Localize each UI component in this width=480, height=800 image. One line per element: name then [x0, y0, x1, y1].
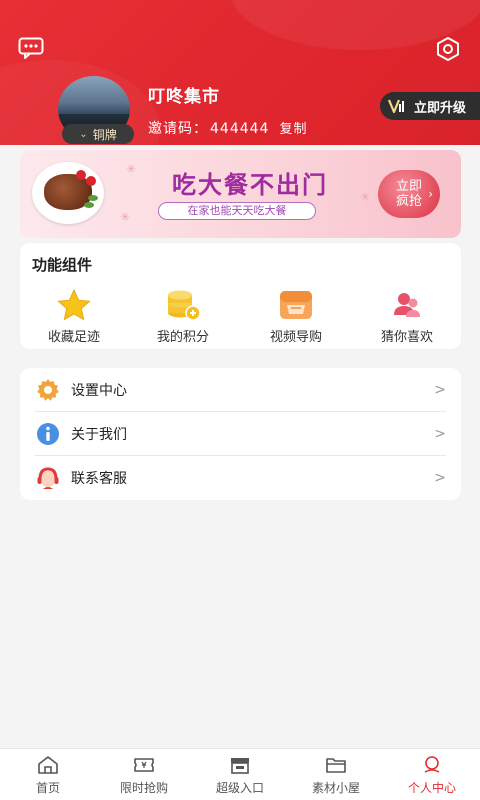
sparkle-icon: ✳ — [360, 190, 371, 204]
menu-label: 设置中心 — [71, 382, 127, 399]
settings-icon[interactable] — [434, 36, 462, 62]
upgrade-label: 立即升级 — [414, 100, 467, 116]
profile-icon — [424, 756, 440, 773]
sparkle-icon: ✳ — [126, 162, 137, 176]
tab-label: 素材小屋 — [311, 781, 360, 795]
section-title: 功能组件 — [32, 256, 93, 274]
function-label: 视频导购 — [269, 330, 322, 345]
function-label: 猜你喜欢 — [380, 330, 433, 345]
tomato-image — [86, 176, 96, 186]
star-icon — [57, 289, 91, 321]
coins-icon — [168, 290, 201, 321]
chevron-right-icon: > — [434, 425, 446, 442]
gear-icon — [37, 378, 59, 401]
sparkle-icon: ✳ — [120, 210, 131, 224]
chevron-right-icon: › — [428, 187, 433, 201]
chevron-right-icon: > — [434, 381, 446, 398]
username: 叮咚集市 — [148, 87, 220, 107]
function-guess-you-like[interactable]: 猜你喜欢 — [362, 289, 452, 345]
menu-label: 联系客服 — [71, 471, 127, 487]
invite-code: 444444 — [210, 121, 270, 137]
level-badge: ⌄ 铜牌 — [62, 124, 134, 144]
function-label: 收藏足迹 — [47, 330, 100, 345]
tab-home[interactable]: 首页 — [0, 755, 96, 799]
tab-profile[interactable]: 个人中心 — [384, 755, 480, 799]
home-icon — [38, 756, 58, 774]
tab-label: 个人中心 — [407, 781, 456, 795]
badge-chevron-icon: ⌄ — [79, 128, 88, 140]
function-points[interactable]: 我的积分 — [138, 289, 228, 345]
invite-code-row: 邀请码： 444444 复制 — [148, 118, 307, 138]
ticket-icon — [134, 758, 154, 772]
invite-label: 邀请码： — [148, 121, 208, 137]
vip-icon — [388, 99, 404, 114]
function-video-shopping[interactable]: 视频导购 — [251, 289, 341, 345]
function-components-card: 功能组件 收藏足迹 我的积分 视频导购 猜你喜欢 — [20, 243, 461, 349]
bottom-tab-bar: 首页 限时抢购 超级入口 素材小屋 个人中心 — [0, 748, 480, 800]
info-icon — [37, 422, 59, 445]
tab-label: 限时抢购 — [119, 781, 168, 795]
banner-title: 吃大餐不出门 — [172, 171, 328, 199]
folder-icon — [326, 758, 346, 773]
tab-super-entrance[interactable]: 超级入口 — [192, 755, 288, 799]
tab-materials[interactable]: 素材小屋 — [288, 755, 384, 799]
promo-banner[interactable]: ✳ ✳ ✳ 吃大餐不出门 在家也能天天吃大餐 立即 疯抢 › — [20, 150, 461, 238]
badge-label: 铜牌 — [92, 127, 117, 142]
steak-plate-image — [32, 162, 104, 224]
menu-item-settings[interactable]: 设置中心 > — [35, 368, 446, 412]
grab-now-button[interactable]: 立即 疯抢 › — [378, 170, 440, 218]
menu-item-support[interactable]: 联系客服 > — [35, 456, 446, 500]
upgrade-button[interactable]: 立即升级 — [380, 92, 480, 120]
tomato-image — [76, 170, 86, 180]
video-store-icon — [280, 291, 312, 319]
tab-flash-sale[interactable]: 限时抢购 — [96, 755, 192, 799]
menu-item-about[interactable]: 关于我们 > — [35, 412, 446, 456]
copy-button[interactable]: 复制 — [279, 122, 307, 137]
function-favorites[interactable]: 收藏足迹 — [29, 289, 119, 345]
menu-label: 关于我们 — [71, 426, 127, 443]
banner-subtitle: 在家也能天天吃大餐 — [158, 202, 316, 220]
settings-menu-card: 设置中心 > 关于我们 > 联系客服 > — [20, 368, 461, 500]
leaf-image — [88, 195, 98, 201]
chevron-right-icon: > — [434, 470, 446, 486]
users-icon — [394, 293, 420, 317]
store-icon — [231, 758, 249, 774]
tab-label: 首页 — [35, 781, 60, 795]
tab-label: 超级入口 — [215, 781, 264, 795]
leaf-image — [84, 202, 94, 208]
support-icon — [37, 467, 59, 489]
message-icon[interactable] — [18, 37, 44, 59]
function-label: 我的积分 — [156, 330, 209, 345]
